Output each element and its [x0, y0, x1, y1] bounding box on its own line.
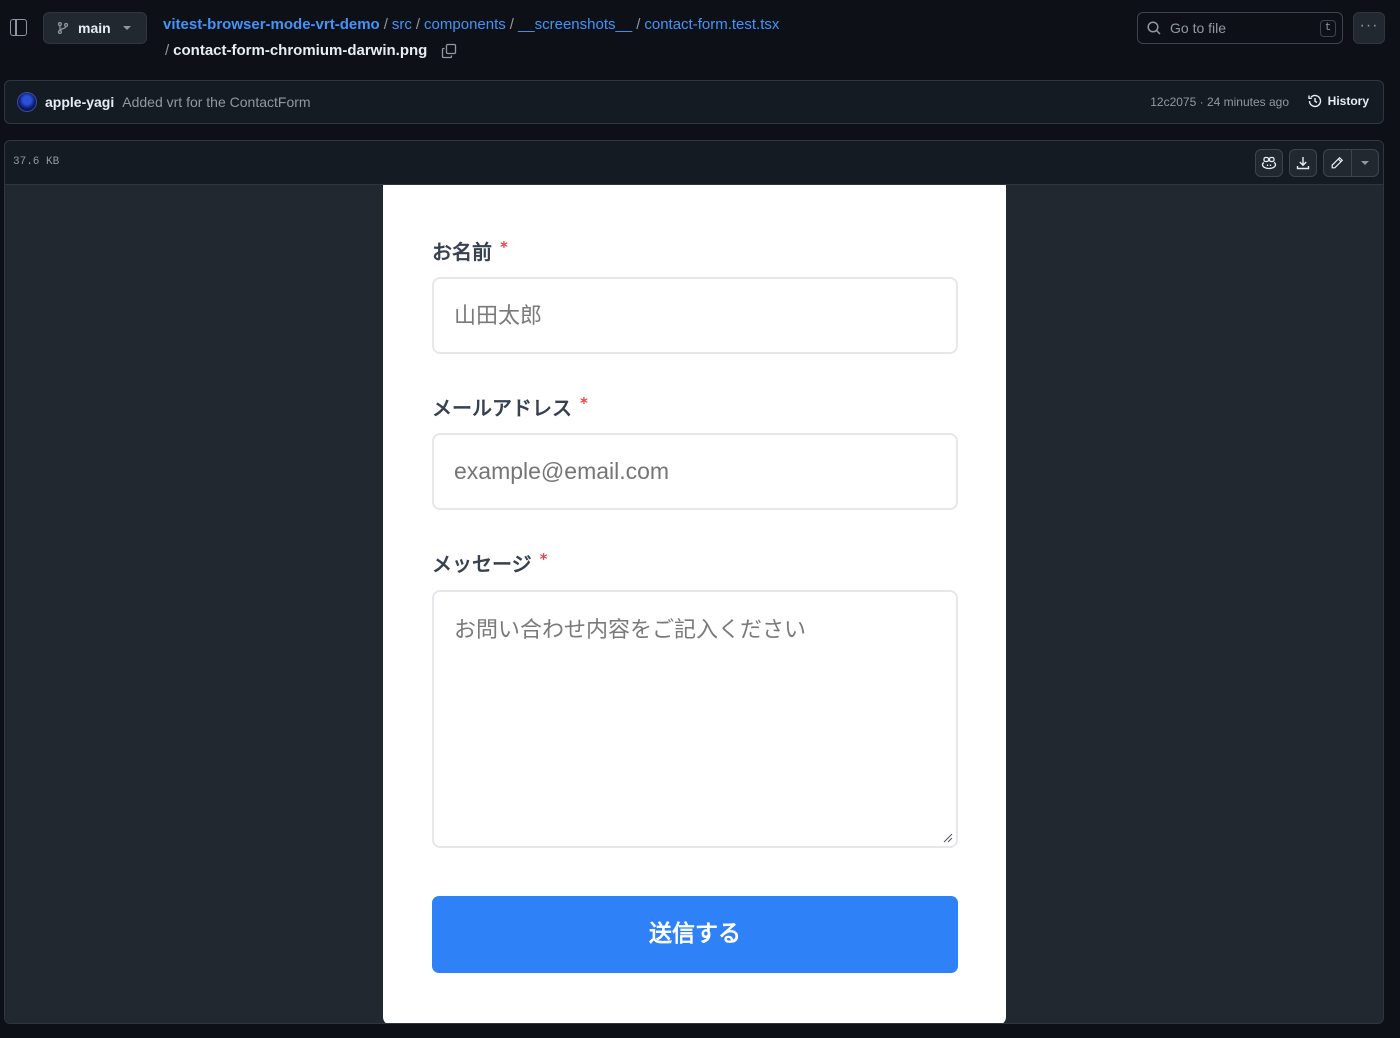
copilot-icon: [1261, 156, 1277, 170]
commit-sha-and-time[interactable]: 12c2075 · 24 minutes ago: [1150, 95, 1289, 109]
email-placeholder: example@email.com: [454, 458, 670, 484]
go-to-file-placeholder: Go to file: [1170, 20, 1227, 36]
commit-message[interactable]: Added vrt for the ContactForm: [122, 94, 310, 110]
file-size: 37.6 KB: [13, 156, 60, 168]
message-textarea: お問い合わせ内容をご記入ください: [432, 590, 958, 848]
avatar[interactable]: [17, 92, 37, 112]
file-header: 37.6 KB: [5, 141, 1383, 185]
latest-commit-bar: apple-yagi Added vrt for the ContactForm…: [4, 80, 1384, 124]
copy-icon[interactable]: [441, 43, 457, 59]
history-button[interactable]: History: [1307, 93, 1369, 109]
name-placeholder: 山田太郎: [454, 304, 543, 329]
breadcrumb-link-screenshots[interactable]: __screenshots__: [518, 16, 632, 33]
email-field-label: メールアドレス *: [432, 392, 588, 421]
pencil-icon: [1331, 156, 1344, 169]
breadcrumb-link-test-file[interactable]: contact-form.test.tsx: [644, 16, 779, 33]
branch-name: main: [78, 20, 111, 36]
download-icon: [1296, 157, 1310, 170]
commit-author[interactable]: apple-yagi: [45, 94, 114, 110]
submit-button: 送信する: [432, 896, 958, 973]
breadcrumb-link-components[interactable]: components: [424, 16, 506, 33]
download-button[interactable]: [1289, 149, 1317, 177]
breadcrumb: vitest-browser-mode-vrt-demo / src / compone…: [163, 15, 779, 59]
edit-file-button[interactable]: [1324, 150, 1351, 176]
branch-selector-button[interactable]: main: [43, 12, 147, 44]
breadcrumb-repo-link[interactable]: vitest-browser-mode-vrt-demo: [163, 16, 380, 33]
screenshot-image: お名前 * 山田太郎 メールアドレス * example@email.com メッセ…: [383, 185, 1006, 1023]
resize-grip-icon: [943, 833, 953, 843]
more-options-button[interactable]: ···: [1353, 12, 1385, 44]
edit-button-group: [1323, 149, 1379, 177]
sidebar-toggle-icon[interactable]: [10, 19, 27, 36]
name-input: 山田太郎: [432, 277, 958, 354]
breadcrumb-separator: /: [509, 16, 514, 33]
name-label-text: お名前: [432, 240, 492, 264]
history-icon: [1307, 94, 1321, 108]
repo-header: main vitest-browser-mode-vrt-demo / src / co…: [0, 0, 1400, 78]
copilot-button[interactable]: [1255, 149, 1283, 177]
file-viewer: 37.6 KB お名前 * 山田太郎 メールアドレス * example@ema…: [4, 140, 1384, 1024]
go-to-file-input[interactable]: Go to file t: [1137, 12, 1343, 44]
breadcrumb-separator: /: [636, 16, 641, 33]
edit-options-dropdown[interactable]: [1350, 150, 1379, 176]
breadcrumb-separator: /: [165, 42, 170, 59]
breadcrumb-current-file: contact-form-chromium-darwin.png: [173, 42, 428, 59]
required-mark: *: [500, 238, 508, 256]
email-input: example@email.com: [432, 433, 958, 510]
chevron-down-icon: [1360, 161, 1369, 165]
git-branch-icon: [57, 22, 69, 34]
chevron-down-icon: [122, 26, 131, 30]
search-icon: [1147, 21, 1161, 35]
email-label-text: メールアドレス: [432, 396, 572, 420]
breadcrumb-separator: /: [383, 16, 388, 33]
shortcut-key-badge: t: [1320, 20, 1336, 37]
breadcrumb-separator: /: [415, 16, 421, 33]
message-field-label: メッセージ *: [432, 548, 547, 577]
history-label: History: [1327, 94, 1369, 108]
required-mark: *: [539, 550, 548, 568]
name-field-label: お名前 *: [432, 236, 508, 265]
kebab-icon: ···: [1359, 17, 1379, 34]
message-placeholder: お問い合わせ内容をご記入ください: [454, 618, 807, 643]
required-mark: *: [580, 394, 588, 412]
image-preview-area: お名前 * 山田太郎 メールアドレス * example@email.com メッセ…: [5, 185, 1383, 1023]
message-label-text: メッセージ: [432, 552, 532, 576]
breadcrumb-link-src[interactable]: src: [392, 16, 412, 33]
